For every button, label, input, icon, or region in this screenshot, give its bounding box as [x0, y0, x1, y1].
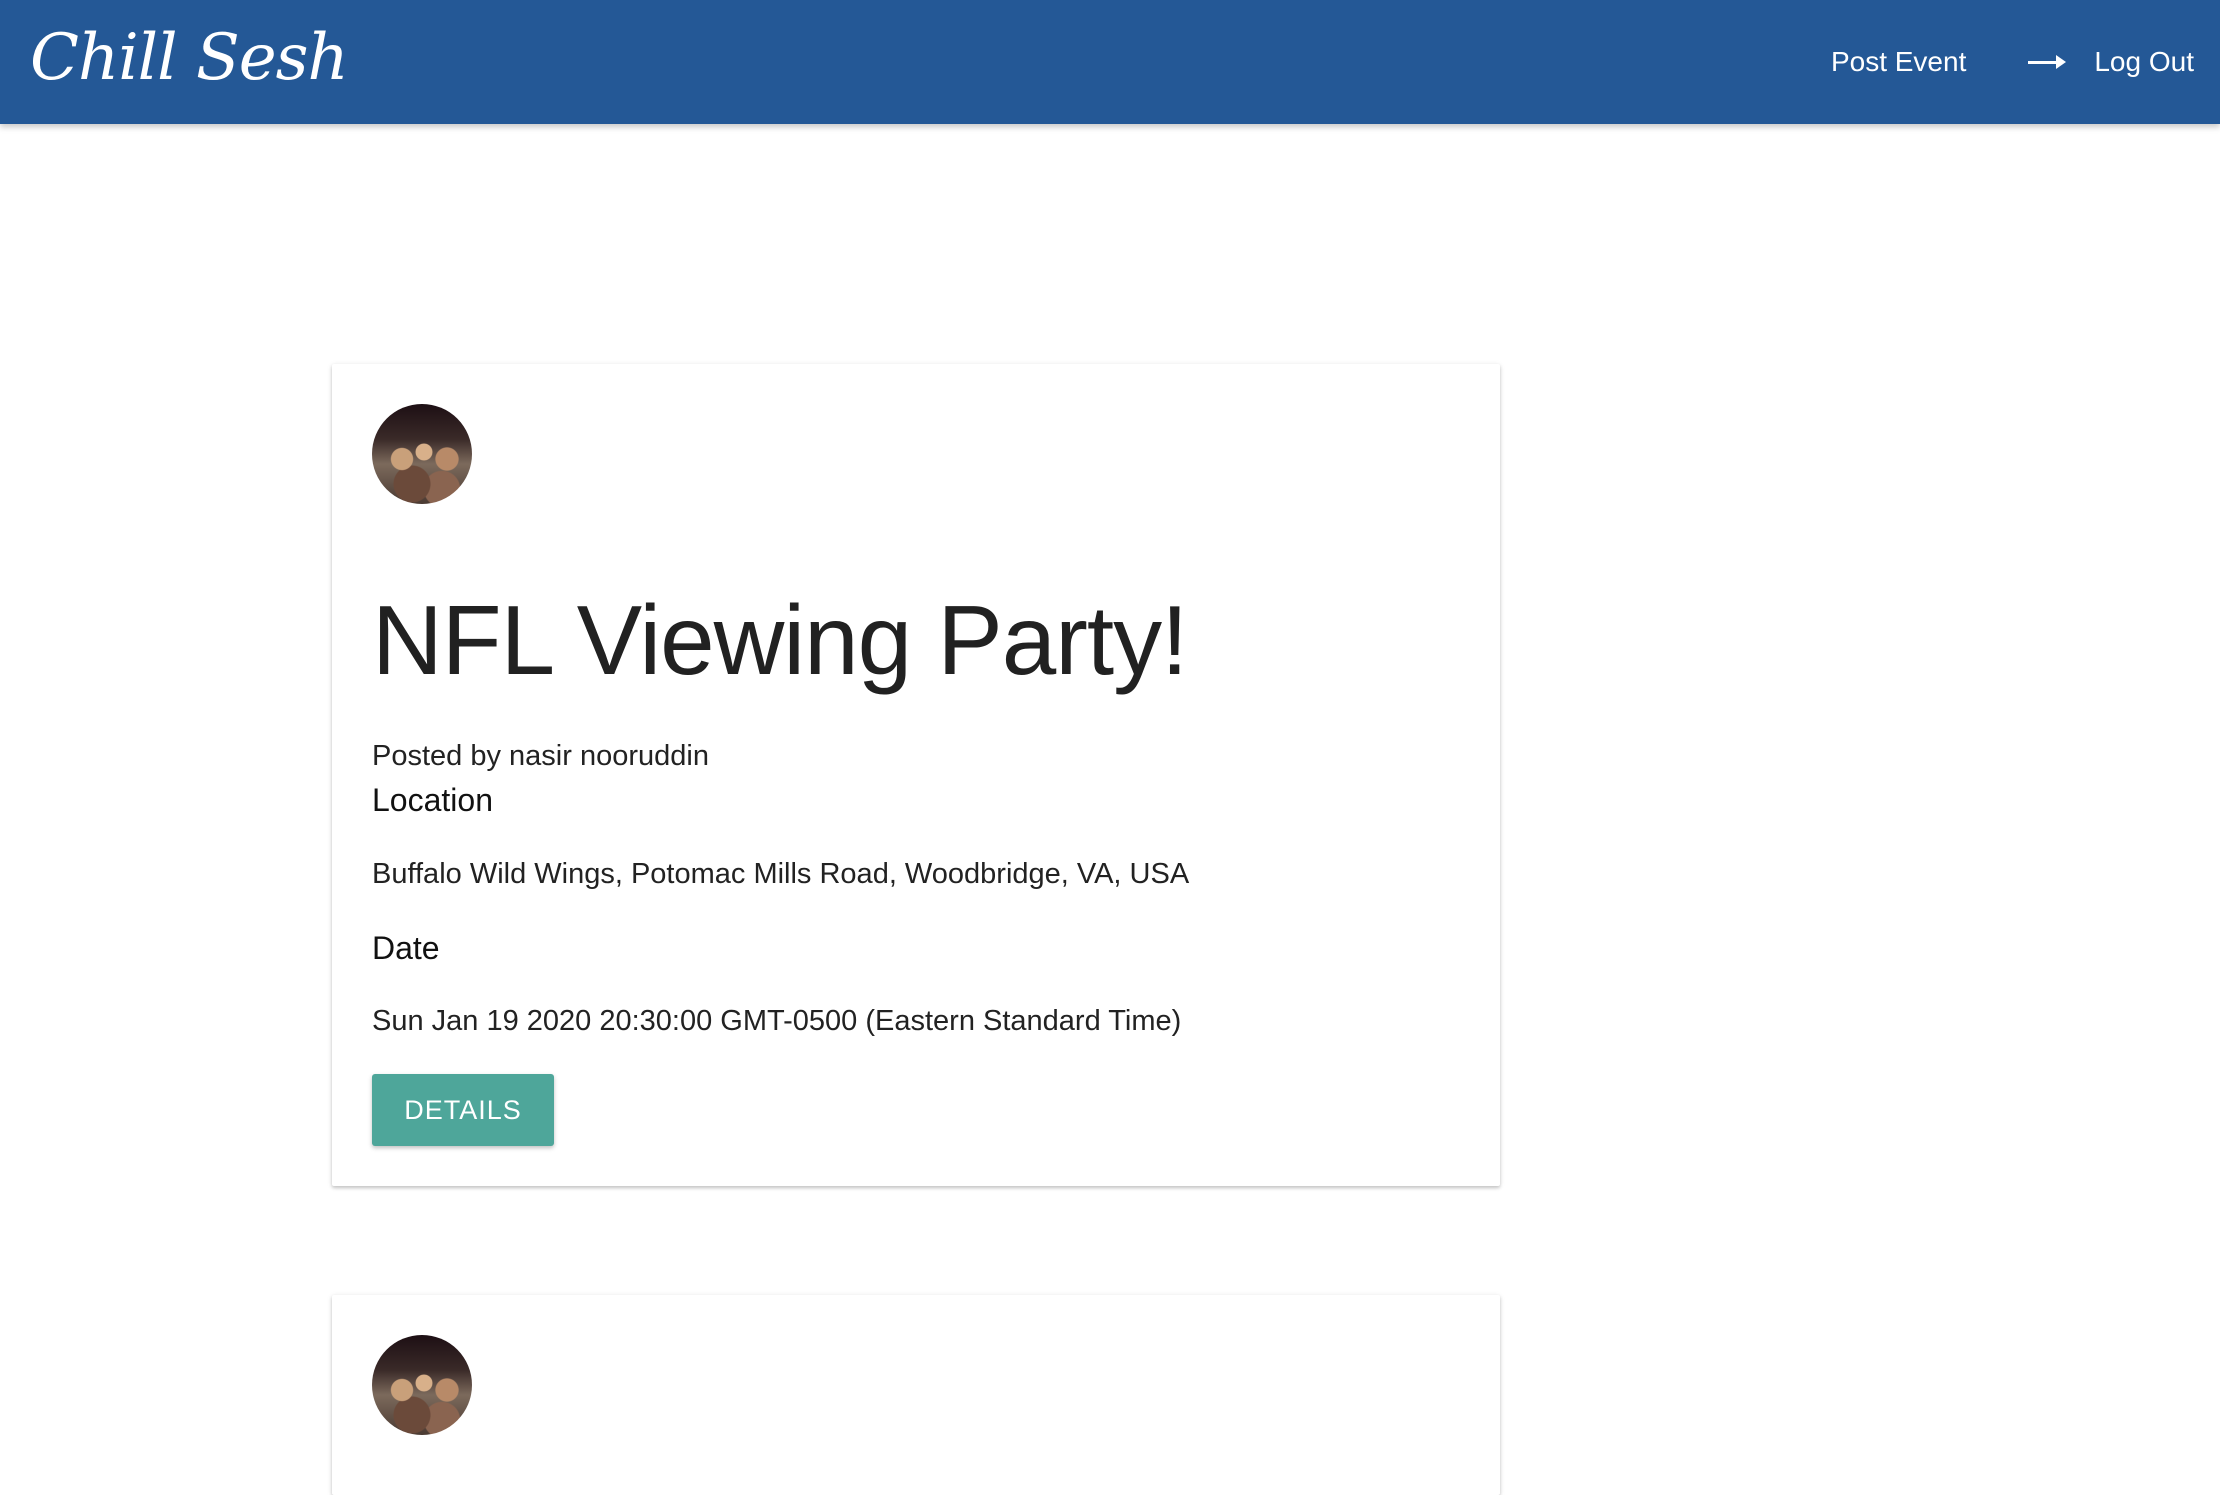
event-title: NFL Viewing Party! [372, 585, 1188, 695]
event-card [332, 1295, 1500, 1495]
details-button[interactable]: DETAILS [372, 1074, 554, 1146]
log-out-link[interactable]: Log Out [2094, 46, 2194, 78]
date-label: Date [372, 930, 440, 966]
nav-links: Post Event Log Out [1831, 0, 2194, 124]
location-value: Buffalo Wild Wings, Potomac Mills Road, … [372, 858, 1190, 890]
brand-logo[interactable]: Chill Sesh [30, 16, 349, 100]
location-label: Location [372, 782, 493, 818]
event-card: NFL Viewing Party! Posted by nasir nooru… [332, 364, 1500, 1186]
navbar: Chill Sesh Post Event Log Out [0, 0, 2220, 124]
date-value: Sun Jan 19 2020 20:30:00 GMT-0500 (Easte… [372, 1005, 1182, 1037]
post-event-link[interactable]: Post Event [1831, 46, 1966, 78]
arrow-right-icon [2028, 52, 2067, 72]
avatar [372, 404, 472, 504]
avatar [372, 1335, 472, 1435]
posted-by: Posted by nasir nooruddin [372, 740, 709, 772]
